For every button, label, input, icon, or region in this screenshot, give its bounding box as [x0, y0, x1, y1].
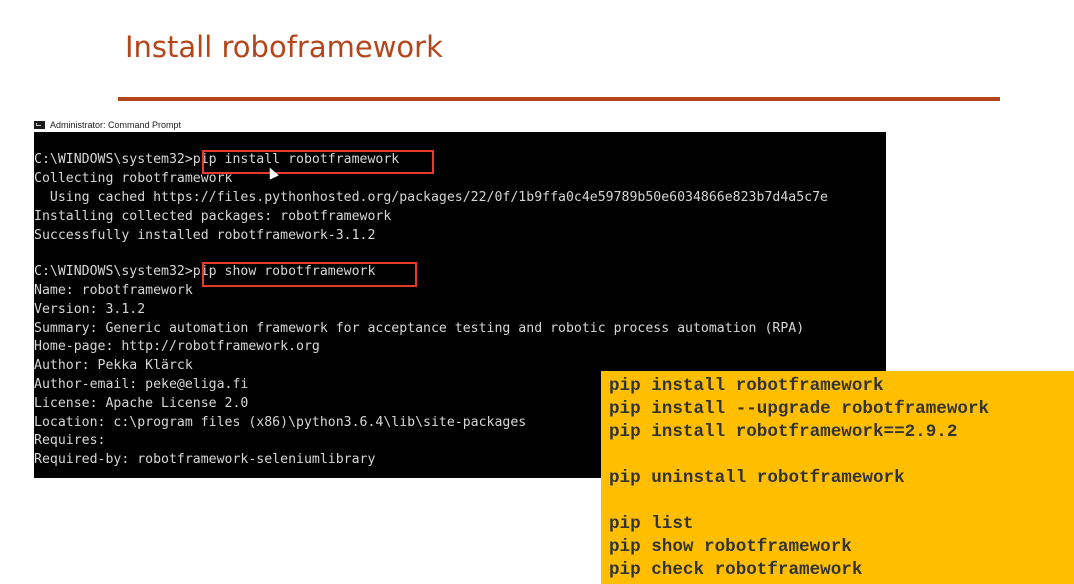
- window-title: Administrator: Command Prompt: [50, 120, 182, 130]
- title-divider: [118, 97, 1000, 101]
- console-line: Requires:: [34, 433, 106, 448]
- note-line: pip uninstall robotframework: [609, 468, 905, 488]
- window-titlebar[interactable]: Administrator: Command Prompt: [34, 118, 181, 132]
- note-line: pip show robotframework: [609, 537, 852, 557]
- note-line: pip install robotframework==2.9.2: [609, 422, 958, 442]
- console-line: Author: Pekka Klärck: [34, 358, 193, 373]
- console-line: Summary: Generic automation framework fo…: [34, 321, 805, 336]
- console-line: Using cached https://files.pythonhosted.…: [34, 190, 828, 205]
- console-line: Name: robotframework: [34, 283, 193, 298]
- highlight-install-command: [202, 150, 434, 174]
- note-line: pip check robotframework: [609, 560, 863, 580]
- console-line: License: Apache License 2.0: [34, 396, 249, 411]
- console-line: Successfully installed robotframework-3.…: [34, 228, 376, 243]
- console-line: Home-page: http://robotframework.org: [34, 339, 320, 354]
- note-line: pip list: [609, 514, 694, 534]
- cmd-icon: [34, 121, 45, 129]
- console-line: Author-email: peke@eliga.fi: [34, 377, 249, 392]
- console-line: Version: 3.1.2: [34, 302, 146, 317]
- console-line: Location: c:\program files (x86)\python3…: [34, 415, 527, 430]
- console-line: Installing collected packages: robotfram…: [34, 209, 392, 224]
- note-line: pip install robotframework: [609, 376, 884, 396]
- console-line: Required-by: robotframework-seleniumlibr…: [34, 452, 376, 467]
- slide-title: Install roboframework: [125, 30, 443, 64]
- note-line: pip install --upgrade robotframework: [609, 399, 990, 419]
- pip-commands-note: pip install robotframework pip install -…: [601, 371, 1074, 584]
- highlight-show-command: [202, 262, 417, 287]
